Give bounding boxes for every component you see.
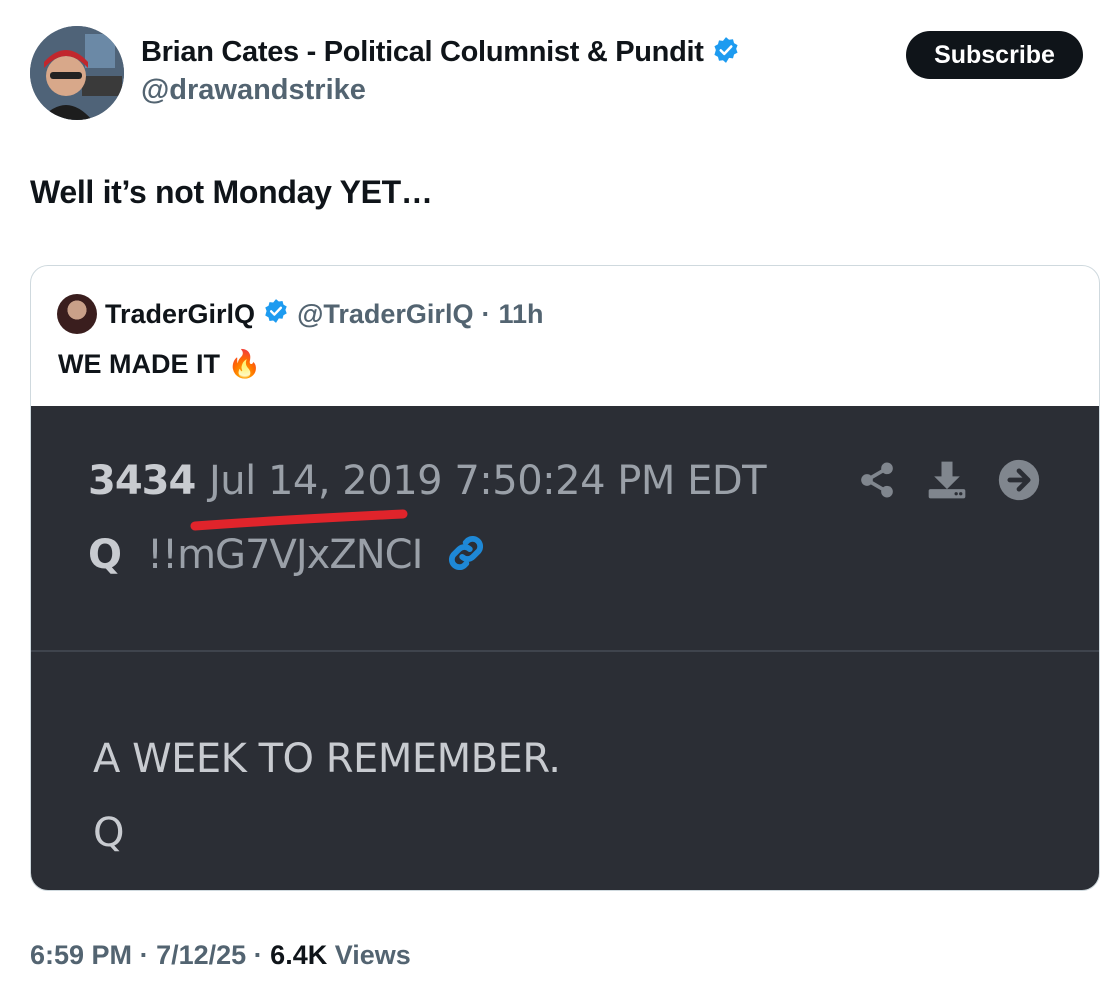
tweet-text: Well it’s not Monday YET… <box>30 174 433 210</box>
post-author: Q <box>88 532 123 578</box>
quoted-author-handle[interactable]: @TraderGirlQ <box>297 299 473 330</box>
post-tripcode: !!mG7VJxZNCI <box>147 532 423 578</box>
separator-dot: · <box>253 940 271 970</box>
views-label: Views <box>334 940 411 970</box>
verified-badge-icon <box>263 298 289 331</box>
quoted-tweet[interactable]: TraderGirlQ @TraderGirlQ · 11h WE MADE I… <box>30 265 1100 891</box>
subscribe-button[interactable]: Subscribe <box>906 31 1083 79</box>
tweet-date[interactable]: 7/12/25 <box>156 940 246 970</box>
quoted-tweet-header: TraderGirlQ @TraderGirlQ · 11h <box>57 294 544 334</box>
separator-dot: · <box>139 940 157 970</box>
tweet-meta: 6:59 PM · 7/12/25 · 6.4K Views <box>30 940 411 971</box>
post-action-icons <box>857 458 1041 507</box>
post-divider <box>31 650 1099 652</box>
separator-dot: · <box>481 298 491 329</box>
quoted-author-avatar[interactable] <box>57 294 97 334</box>
verified-badge-icon <box>712 36 740 69</box>
quoted-tweet-image[interactable]: 3434 Jul 14, 2019 7:50:24 PM EDT Q !!mG7… <box>31 406 1099 890</box>
post-body-line1: A WEEK TO REMEMBER. <box>93 736 561 782</box>
views-count: 6.4K <box>270 940 328 970</box>
post-body-line2: Q <box>93 810 125 856</box>
quoted-tweet-age: 11h <box>498 298 544 329</box>
post-number: 3434 <box>88 458 196 504</box>
arrow-right-circle-icon <box>997 458 1041 507</box>
post-date: Jul 14, 2019 7:50:24 PM EDT <box>209 458 767 504</box>
quoted-author-name[interactable]: TraderGirlQ <box>105 299 255 330</box>
author-handle[interactable]: @drawandstrike <box>141 74 366 107</box>
link-icon <box>443 530 489 581</box>
download-icon <box>925 458 969 507</box>
author-name[interactable]: Brian Cates - Political Columnist & Pund… <box>141 36 704 69</box>
author-name-row[interactable]: Brian Cates - Political Columnist & Pund… <box>141 36 740 69</box>
author-avatar[interactable] <box>30 26 124 120</box>
tweet-time[interactable]: 6:59 PM <box>30 940 132 970</box>
quoted-tweet-text: WE MADE IT 🔥 <box>58 349 262 379</box>
share-icon <box>857 459 897 506</box>
